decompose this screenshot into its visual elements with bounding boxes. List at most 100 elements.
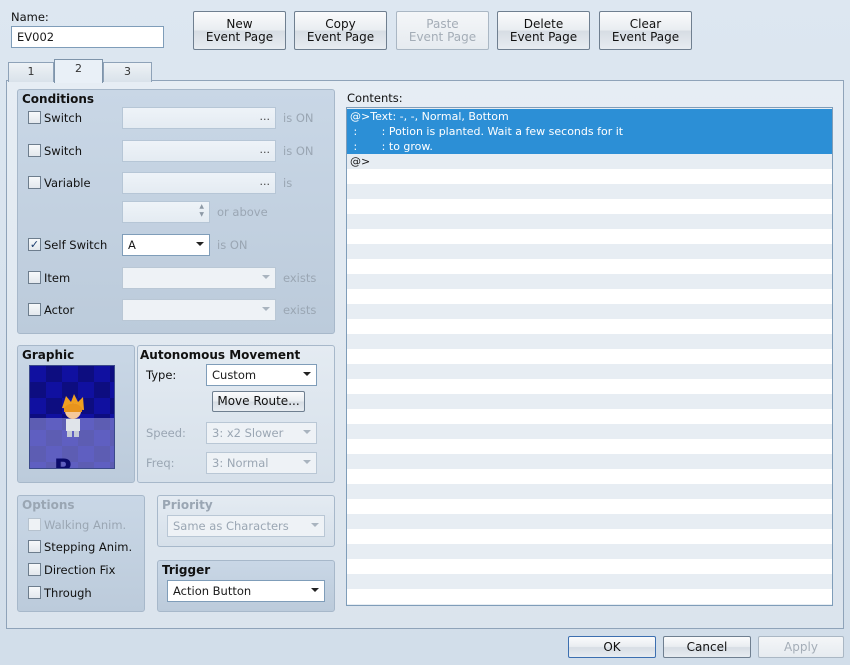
through-checkbox[interactable] — [28, 586, 41, 599]
cancel-button[interactable]: Cancel — [663, 636, 751, 658]
walking-anim-checkbox[interactable] — [28, 518, 41, 531]
item-suffix: exists — [283, 271, 317, 285]
actor-suffix: exists — [283, 303, 317, 317]
direction-fix-checkbox[interactable] — [28, 563, 41, 576]
priority-value: Same as Characters — [173, 519, 289, 533]
list-item[interactable]: @> — [347, 154, 832, 169]
movement-freq-label: Freq: — [146, 456, 175, 470]
through-label: Through — [44, 586, 92, 600]
move-route-button[interactable]: Move Route... — [212, 391, 305, 412]
chevron-down-icon — [303, 372, 311, 376]
movement-freq-select[interactable]: 3: Normal — [206, 452, 317, 474]
variable-value-stepper[interactable]: ▲ ▼ — [122, 201, 210, 223]
watermark-letter: P — [54, 454, 72, 469]
list-item[interactable]: @>Text: -, -, Normal, Bottom — [347, 109, 832, 124]
stepping-anim-checkbox[interactable] — [28, 540, 41, 553]
movement-type-select[interactable]: Custom — [206, 364, 317, 386]
variable-checkbox[interactable] — [28, 176, 41, 189]
switch2-field[interactable]: ... — [122, 140, 276, 162]
movement-speed-label: Speed: — [146, 426, 186, 440]
movement-type-label: Type: — [146, 368, 177, 382]
conditions-title: Conditions — [22, 92, 95, 106]
self-switch-checkbox[interactable]: ✓ — [28, 238, 41, 251]
copy-event-page-button[interactable]: Copy Event Page — [294, 11, 387, 50]
trigger-title: Trigger — [162, 563, 211, 577]
options-title: Options — [22, 498, 75, 512]
switch2-dots: ... — [259, 143, 271, 156]
copy-event-page-label-2: Event Page — [306, 29, 375, 44]
list-item[interactable]: : : to grow. — [347, 139, 832, 154]
event-contents-list[interactable]: @>Text: -, -, Normal, Bottom : : Potion … — [346, 107, 833, 606]
delete-event-page-button[interactable]: Delete Event Page — [497, 11, 590, 50]
new-event-page-label-1: New — [226, 16, 253, 31]
trigger-value: Action Button — [173, 584, 252, 598]
variable-dots: ... — [259, 175, 271, 188]
switch2-checkbox[interactable] — [28, 144, 41, 157]
copy-event-page-label-1: Copy — [325, 16, 356, 31]
chevron-down-icon — [303, 460, 311, 464]
movement-speed-value: 3: x2 Slower — [212, 426, 284, 440]
switch1-label: Switch — [44, 111, 83, 125]
event-graphic-preview[interactable]: P — [29, 365, 115, 469]
chevron-down-icon — [262, 307, 270, 311]
list-row-stripes — [347, 108, 832, 605]
chevron-down-icon — [311, 588, 319, 592]
new-event-page-label-2: Event Page — [205, 29, 274, 44]
paste-event-page-label-2: Event Page — [408, 29, 477, 44]
actor-label: Actor — [44, 303, 75, 317]
tab-page-2[interactable]: 2 — [54, 59, 103, 83]
checkmark-icon: ✓ — [29, 238, 40, 251]
tab-page-3[interactable]: 3 — [103, 62, 152, 82]
trigger-select[interactable]: Action Button — [167, 580, 325, 602]
item-select[interactable] — [122, 267, 276, 289]
direction-fix-label: Direction Fix — [44, 563, 116, 577]
variable-field[interactable]: ... — [122, 172, 276, 194]
switch1-checkbox[interactable] — [28, 111, 41, 124]
new-event-page-button[interactable]: New Event Page — [193, 11, 286, 50]
priority-select[interactable]: Same as Characters — [167, 515, 325, 537]
list-item[interactable]: : : Potion is planted. Wait a few second… — [347, 124, 832, 139]
walking-anim-label: Walking Anim. — [44, 518, 127, 532]
stepper-arrows-icon: ▲ ▼ — [199, 203, 204, 218]
item-checkbox[interactable] — [28, 271, 41, 284]
switch1-suffix: is ON — [283, 111, 314, 125]
clear-event-page-button[interactable]: Clear Event Page — [599, 11, 692, 50]
character-sprite-icon — [62, 394, 84, 437]
variable-or-above: or above — [217, 205, 268, 219]
name-label: Name: — [11, 10, 49, 24]
priority-title: Priority — [162, 498, 213, 512]
movement-type-value: Custom — [212, 368, 257, 382]
chevron-down-icon — [196, 242, 204, 246]
movement-title: Autonomous Movement — [140, 348, 301, 362]
switch1-field[interactable]: ... — [122, 107, 276, 129]
item-label: Item — [44, 271, 71, 285]
apply-button[interactable]: Apply — [758, 636, 844, 658]
variable-label: Variable — [44, 176, 91, 190]
delete-event-page-label-1: Delete — [523, 16, 564, 31]
ok-button[interactable]: OK — [568, 636, 656, 658]
movement-speed-select[interactable]: 3: x2 Slower — [206, 422, 317, 444]
chevron-down-icon — [303, 430, 311, 434]
chevron-down-icon — [311, 523, 319, 527]
graphic-title: Graphic — [22, 348, 75, 362]
variable-suffix: is — [283, 176, 293, 190]
clear-event-page-label-2: Event Page — [611, 29, 680, 44]
paste-event-page-label-1: Paste — [426, 16, 459, 31]
name-input[interactable]: EV002 — [11, 26, 164, 48]
actor-checkbox[interactable] — [28, 303, 41, 316]
self-switch-value: A — [128, 238, 136, 252]
delete-event-page-label-2: Event Page — [509, 29, 578, 44]
contents-label: Contents: — [347, 91, 403, 105]
switch1-dots: ... — [259, 110, 271, 123]
stepping-anim-label: Stepping Anim. — [44, 540, 133, 554]
switch2-suffix: is ON — [283, 144, 314, 158]
clear-event-page-label-1: Clear — [629, 16, 662, 31]
switch2-label: Switch — [44, 144, 83, 158]
self-switch-label: Self Switch — [44, 238, 108, 252]
paste-event-page-button[interactable]: Paste Event Page — [396, 11, 489, 50]
self-switch-select[interactable]: A — [122, 234, 210, 256]
tab-page-1[interactable]: 1 — [8, 62, 54, 82]
self-switch-suffix: is ON — [217, 238, 248, 252]
actor-select[interactable] — [122, 299, 276, 321]
chevron-down-icon — [262, 275, 270, 279]
